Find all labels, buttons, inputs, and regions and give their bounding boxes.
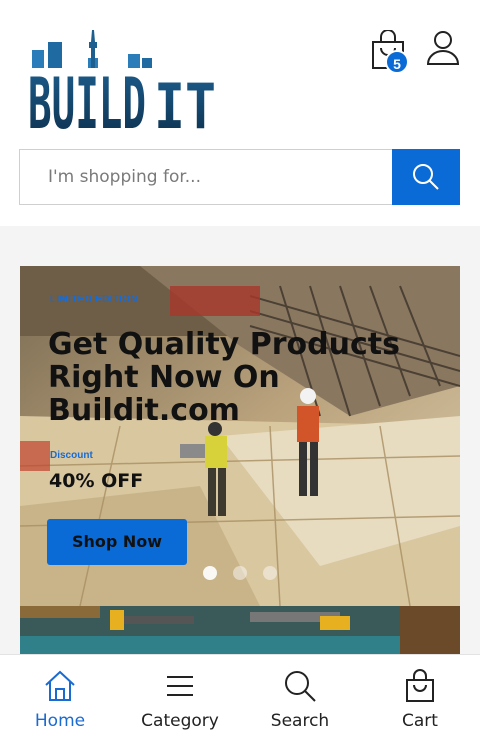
carousel-dot-3[interactable] bbox=[263, 566, 277, 580]
header: BUILD IT 5 bbox=[0, 0, 480, 226]
nav-cart-label: Cart bbox=[402, 711, 438, 731]
cart-count-badge: 5 bbox=[385, 50, 409, 74]
search-input[interactable] bbox=[19, 149, 392, 205]
nav-category[interactable]: Category bbox=[120, 655, 240, 743]
nav-home-label: Home bbox=[34, 711, 86, 731]
nav-cart[interactable]: Cart bbox=[360, 655, 480, 743]
bag-icon bbox=[406, 669, 434, 702]
search-icon bbox=[413, 164, 439, 190]
buildit-logo[interactable]: BUILD IT bbox=[28, 28, 220, 132]
svg-text:IT: IT bbox=[154, 70, 216, 132]
hero-banner[interactable]: LIMITED EDITION Get Quality Products Rig… bbox=[20, 266, 460, 606]
carousel-dot-1[interactable] bbox=[203, 566, 217, 580]
search-button[interactable] bbox=[392, 149, 460, 205]
home-icon bbox=[45, 670, 75, 701]
nav-search-label: Search bbox=[270, 711, 330, 731]
nav-category-label: Category bbox=[141, 711, 219, 731]
bottom-navigation: Home Category Search Cart bbox=[0, 654, 480, 743]
banner-headline: Get Quality Products Right Now On Buildi… bbox=[48, 327, 400, 428]
carousel-dots bbox=[203, 566, 277, 580]
search-bar bbox=[19, 149, 460, 205]
nav-home[interactable]: Home bbox=[0, 655, 120, 743]
discount-value: 40% OFF bbox=[49, 470, 144, 492]
nav-search[interactable]: Search bbox=[240, 655, 360, 743]
page: BUILD IT 5 I'm shopping for... LIMITED E… bbox=[0, 0, 480, 743]
user-icon[interactable] bbox=[426, 30, 460, 66]
discount-label: Discount bbox=[50, 450, 93, 461]
shop-now-button[interactable]: Shop Now bbox=[47, 519, 187, 565]
carousel-dot-2[interactable] bbox=[233, 566, 247, 580]
svg-text:BUILD: BUILD bbox=[28, 63, 146, 132]
banner-tag: LIMITED EDITION bbox=[50, 294, 138, 305]
search-icon bbox=[285, 671, 316, 702]
menu-icon bbox=[167, 676, 193, 696]
